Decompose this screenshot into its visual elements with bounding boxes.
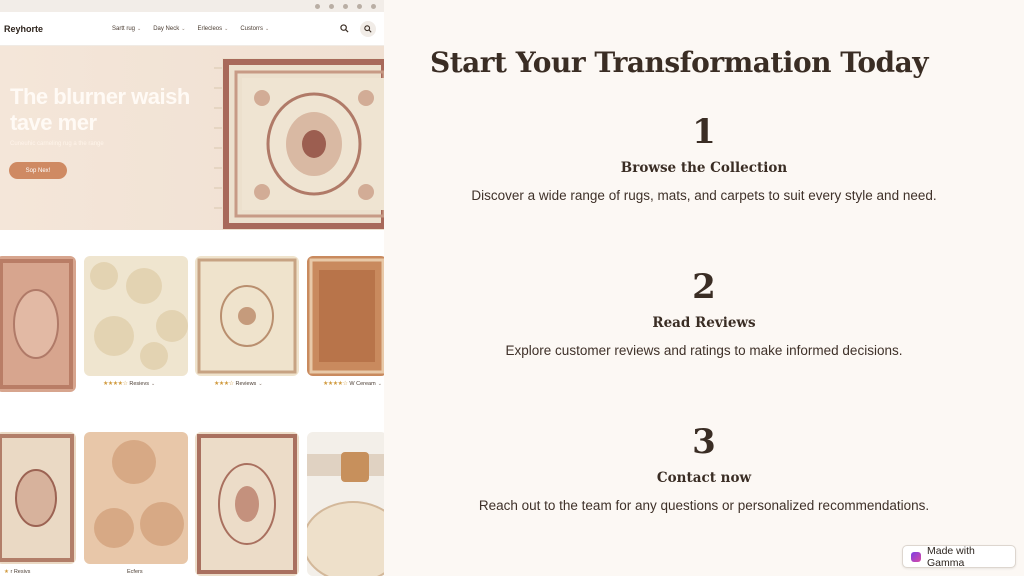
gamma-logo-icon	[911, 551, 921, 562]
rug-image	[0, 432, 76, 564]
product-rating: ★★★★☆ W Ceream ⌄	[323, 380, 382, 388]
nav-icons	[336, 20, 380, 37]
product-card[interactable]	[0, 256, 76, 392]
step-description: Reach out to the team for any questions …	[478, 498, 930, 513]
star-rating-icon: ★★★☆	[214, 381, 234, 387]
step-title: Browse the Collection	[620, 160, 788, 176]
rating-label: W Ceream	[349, 380, 376, 387]
browser-icon	[371, 3, 376, 9]
nav-item[interactable]: Sartt rug ⌄	[112, 26, 141, 32]
product-card[interactable]	[195, 256, 299, 376]
product-caption: Ecfers	[127, 569, 143, 575]
search-icon[interactable]	[360, 20, 376, 37]
hero-subtitle: Cuneuhic carneling rug a the range	[10, 141, 104, 147]
product-card[interactable]	[84, 256, 188, 376]
step-number: 1	[692, 112, 716, 152]
room-scene-image	[307, 432, 384, 576]
hero-banner: The blurner waish tave mer Cuneuhic carn…	[0, 46, 384, 230]
caption-label: r Resivs	[10, 569, 31, 575]
badge-label: Made with Gamma	[926, 544, 975, 569]
site-logo[interactable]: Reyhorte	[4, 24, 112, 34]
rug-image	[84, 432, 188, 564]
chevron-down-icon: ⌄	[150, 380, 156, 387]
step-title: Read Reviews	[652, 315, 756, 331]
product-caption: ★ r Resivs	[4, 569, 30, 575]
rating-label: Reviews	[235, 380, 257, 387]
hero-rug-image	[214, 58, 384, 230]
chevron-down-icon: ⌄	[181, 25, 186, 32]
browser-toolbar	[0, 0, 384, 12]
shop-now-button[interactable]: Sop Nex!	[9, 162, 67, 179]
hero-title: The blurner waish tave mer	[10, 84, 190, 135]
product-card[interactable]	[307, 432, 384, 576]
section-heading: Start Your Transformation Today	[430, 46, 929, 79]
browser-icon	[357, 3, 362, 9]
rug-image	[195, 432, 299, 576]
nav-item-label: Erlecleos	[197, 25, 223, 32]
rug-image	[307, 256, 384, 376]
chevron-down-icon: ⌄	[258, 380, 263, 387]
step-number: 2	[692, 267, 716, 307]
nav-item[interactable]: Erlecleos ⌄	[197, 26, 228, 32]
browser-icon	[315, 3, 320, 9]
nav-links: Sartt rug ⌄ Day Neck ⌄ Erlecleos ⌄ Custorrs…	[112, 26, 336, 32]
nav-item[interactable]: Custorrs ⌄	[240, 26, 269, 32]
rug-image	[84, 256, 188, 376]
star-rating-icon: ★★★★☆	[323, 381, 348, 387]
nav-item-label: Custorrs	[240, 25, 263, 32]
product-rating: ★★★★☆ Resievs ⌄	[103, 380, 156, 388]
rating-label: Resievs	[129, 380, 149, 387]
browser-icon	[329, 3, 334, 9]
star-rating-icon: ★★★★☆	[103, 381, 128, 387]
product-card[interactable]	[307, 256, 384, 376]
chevron-down-icon: ⌄	[377, 380, 382, 387]
step-2: 2 Read Reviews Explore customer reviews …	[404, 263, 1004, 358]
chevron-down-icon: ⌄	[137, 25, 142, 32]
chevron-down-icon: ⌄	[265, 25, 270, 32]
step-1: 1 Browse the Collection Discover a wide …	[404, 108, 1004, 203]
product-card[interactable]	[195, 432, 299, 576]
step-number: 3	[692, 422, 716, 462]
star-rating-icon: ★	[4, 569, 9, 575]
step-description: Explore customer reviews and ratings to …	[505, 343, 903, 358]
product-card[interactable]	[84, 432, 188, 564]
made-with-gamma-badge[interactable]: Made with Gamma	[902, 544, 1016, 569]
chevron-down-icon: ⌄	[224, 25, 229, 32]
website-screenshot: Reyhorte Sartt rug ⌄ Day Neck ⌄ Erlecleos ⌄…	[0, 0, 384, 576]
product-card[interactable]	[0, 432, 76, 564]
product-rating: ★★★☆ Reviews ⌄	[214, 380, 263, 388]
step-3: 3 Contact now Reach out to the team for …	[404, 418, 1004, 513]
rug-image	[195, 256, 299, 376]
browser-icon	[343, 3, 348, 9]
step-description: Discover a wide range of rugs, mats, and…	[471, 188, 937, 203]
nav-item-label: Day Neck	[153, 25, 180, 32]
nav-item[interactable]: Day Neck ⌄	[153, 26, 185, 32]
step-title: Contact now	[656, 470, 752, 486]
site-navbar: Reyhorte Sartt rug ⌄ Day Neck ⌄ Erlecleos ⌄…	[0, 12, 384, 46]
search-icon[interactable]	[336, 21, 352, 37]
rug-image	[0, 256, 76, 392]
nav-item-label: Sartt rug	[112, 25, 136, 32]
